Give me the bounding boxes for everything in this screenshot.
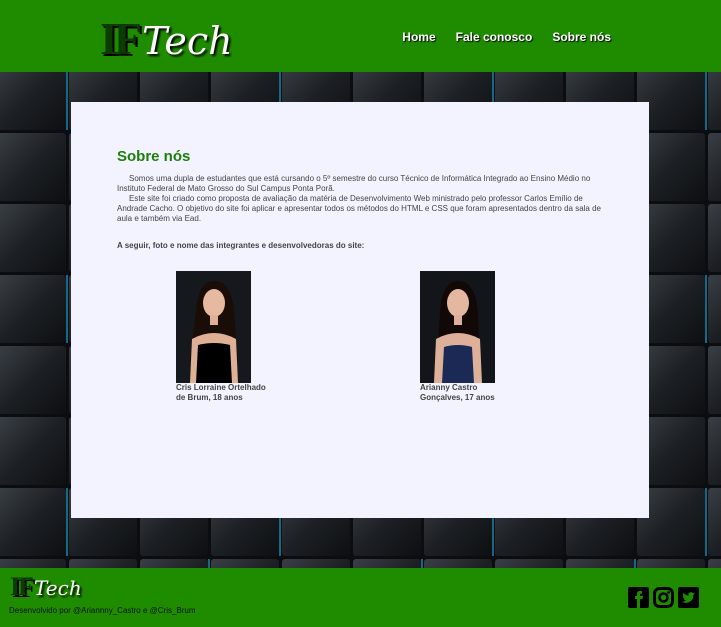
- background-tile: [708, 559, 721, 568]
- logo-tech-text: Tech: [142, 19, 233, 63]
- footer-logo-if-text: IF: [10, 572, 34, 601]
- background-tile: [0, 204, 66, 272]
- about-paragraph-2: Este site foi criado como proposta de av…: [117, 194, 601, 223]
- background-tile: [0, 346, 66, 414]
- logo-if-text: IF: [100, 13, 142, 64]
- background-tile: [0, 417, 66, 485]
- background-tile: [708, 488, 721, 556]
- background-tile: [0, 488, 66, 556]
- background-tile: [353, 559, 421, 568]
- instagram-icon[interactable]: [653, 587, 674, 608]
- nav-sobre-nos[interactable]: Sobre nós: [552, 30, 611, 44]
- background-tile: [0, 72, 66, 130]
- about-paragraph-1: Somos uma dupla de estudantes que está c…: [117, 174, 591, 193]
- background-tile: [708, 204, 721, 272]
- member-top: [442, 345, 474, 383]
- member-name-line1: Arianny Castro: [420, 383, 478, 392]
- background-tile: [708, 133, 721, 201]
- member-name-line2: Gonçalves, 17 anos: [420, 393, 495, 402]
- background-tile: [566, 559, 634, 568]
- member-photo: [176, 271, 251, 383]
- site-footer: IF Tech Desenvolvido por @Ariannny_Castr…: [0, 568, 721, 627]
- background-tile: [140, 559, 208, 568]
- footer-logo-tech-text: Tech: [34, 576, 82, 600]
- background-tile: [0, 133, 66, 201]
- site-header: IF Tech Home Fale conosco Sobre nós: [0, 0, 721, 72]
- background-tile: [424, 559, 492, 568]
- nav-fale-conosco[interactable]: Fale conosco: [456, 30, 533, 44]
- background-tile: [282, 559, 350, 568]
- background-tile: [708, 72, 721, 130]
- member-card: Arianny Castro Gonçalves, 17 anos: [420, 271, 520, 403]
- background-tile: [69, 559, 137, 568]
- social-links: [628, 587, 699, 608]
- background-tile: [0, 559, 66, 568]
- member-name-line2: de Brum, 18 anos: [176, 393, 243, 402]
- background-tile: [708, 275, 721, 343]
- background-tile: [637, 559, 705, 568]
- page-title: Sobre nós: [117, 148, 191, 165]
- footer-logo[interactable]: IF Tech: [10, 572, 82, 601]
- member-card: Cris Lorraine Ortelhado de Brum, 18 anos: [176, 271, 276, 403]
- content-card: Sobre nós Somos uma dupla de estudantes …: [71, 102, 649, 518]
- member-top: [196, 343, 232, 383]
- main-nav: Home Fale conosco Sobre nós: [402, 30, 611, 44]
- background-tile: [0, 275, 66, 343]
- background-tile: [495, 559, 563, 568]
- facebook-icon[interactable]: [628, 587, 649, 608]
- member-photo: [420, 271, 495, 383]
- background-tile: [708, 346, 721, 414]
- member-name-line1: Cris Lorraine Ortelhado: [176, 383, 266, 392]
- nav-home[interactable]: Home: [402, 30, 435, 44]
- site-logo[interactable]: IF Tech: [100, 10, 233, 64]
- about-text: Somos uma dupla de estudantes que está c…: [117, 174, 605, 224]
- twitter-icon[interactable]: [678, 587, 699, 608]
- footer-credit: Desenvolvido por @Ariannny_Castro e @Cri…: [9, 606, 196, 615]
- background-tile: [708, 417, 721, 485]
- members-intro: A seguir, foto e nome das integrantes e …: [117, 241, 365, 250]
- background-tile: [211, 559, 279, 568]
